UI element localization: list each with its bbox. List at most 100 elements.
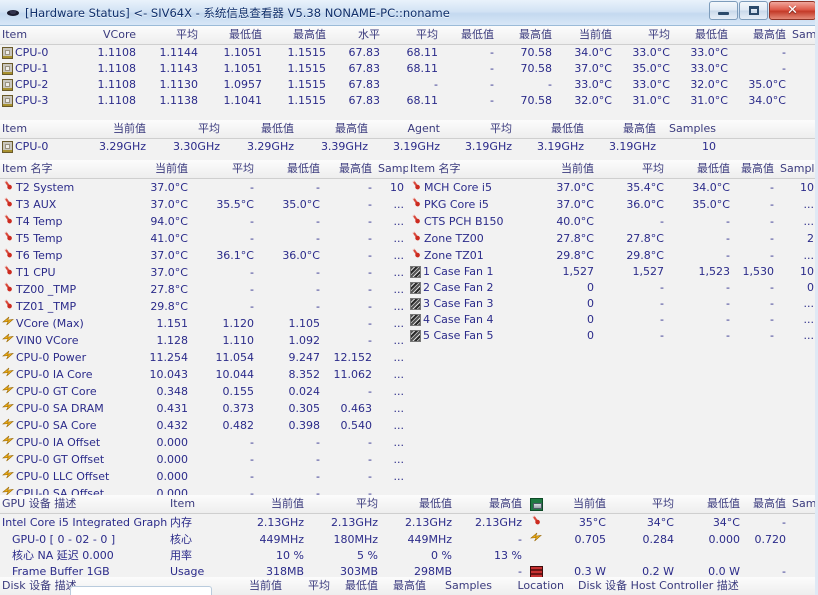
col-avg[interactable]: 平均 [598, 160, 668, 179]
col-samples[interactable]: Samples [430, 577, 496, 595]
col-samples[interactable]: Samples [660, 120, 720, 139]
col-vcore-avg[interactable]: 平均 [140, 26, 202, 45]
table-row[interactable]: 4 Case Fan 4 0 - - -... [408, 312, 818, 328]
table-row[interactable]: CPU-3 1.1108 1.1138 1.1041 1.1515 67.83 … [0, 93, 818, 109]
table-row[interactable]: CPU-0 SA Offset 0.000 - - -... [0, 485, 408, 495]
col-max[interactable]: 最高值 [298, 120, 372, 139]
table-row[interactable]: TZ00 _TMP 27.8°C - - -... [0, 281, 408, 298]
table-row[interactable]: CPU-1 1.1108 1.1143 1.1051 1.1515 67.83 … [0, 61, 818, 77]
table-row[interactable]: Zone TZ00 27.8°C 27.8°C - - 2 [408, 230, 818, 247]
taskbar-window-stub[interactable] [70, 586, 212, 595]
col-level-min[interactable]: 最低值 [442, 26, 498, 45]
table-row[interactable]: 2 Case Fan 2 0 - - - 0 [408, 280, 818, 296]
col-avg[interactable]: 平均 [286, 577, 334, 595]
col-min[interactable]: 最低值 [382, 495, 456, 514]
col-avg[interactable]: 平均 [150, 120, 224, 139]
table-row[interactable]: T6 Temp 37.0°C 36.1°C 36.0°C -... [0, 247, 408, 264]
col-temp-avg[interactable]: 平均 [616, 26, 674, 45]
col-agent[interactable]: Agent [372, 120, 444, 139]
col-max[interactable]: 最高值 [456, 495, 526, 514]
col-avg[interactable]: 平均 [192, 160, 258, 179]
table-row[interactable]: T4 Temp 94.0°C - - -... [0, 213, 408, 230]
table-row[interactable]: Intel Core i5 Integrated Graphics 内存 2.13G… [0, 514, 818, 532]
table-row[interactable]: 5 Case Fan 5 0 - - -... [408, 328, 818, 344]
table-row[interactable]: CTS PCH B150 40.0°C - - -... [408, 213, 818, 230]
table-row[interactable]: 1 Case Fan 1 1,527 1,527 1,523 1,530 10 [408, 264, 818, 280]
table-row[interactable]: VIN0 VCore 1.128 1.110 1.092 -... [0, 332, 408, 349]
table-row[interactable]: CPU-0 3.29GHz 3.30GHz 3.29GHz 3.39GHz 3.… [0, 139, 818, 156]
col-location[interactable]: Location [496, 577, 568, 595]
table-row[interactable]: T1 CPU 37.0°C - - -... [0, 264, 408, 281]
table-row[interactable]: CPU-0 1.1108 1.1144 1.1051 1.1515 67.83 … [0, 45, 818, 62]
col-r-avg[interactable]: 平均 [610, 495, 678, 514]
col-item[interactable]: Item [0, 120, 78, 139]
table-row[interactable]: CPU-0 IA Core 10.043 10.044 8.352 11.062... [0, 366, 408, 383]
col-level-avg[interactable]: 平均 [384, 26, 442, 45]
col-item[interactable]: Item [0, 26, 78, 45]
col-level-max[interactable]: 最高值 [498, 26, 556, 45]
col-agent-avg[interactable]: 平均 [444, 120, 516, 139]
col-gpu-desc[interactable]: GPU 设备 描述 [0, 495, 168, 514]
table-row[interactable]: Zone TZ01 29.8°C 29.8°C - -... [408, 247, 818, 264]
col-r-cur[interactable]: 当前值 [548, 495, 610, 514]
cell-cur: 40.0°C [556, 214, 594, 228]
maximize-button[interactable] [739, 1, 768, 20]
close-button[interactable]: ✕ [769, 1, 816, 20]
table-row[interactable]: CPU-0 GT Offset 0.000 - - -... [0, 451, 408, 468]
table-row[interactable]: CPU-2 1.1108 1.1130 1.0957 1.1515 67.83 … [0, 77, 818, 93]
col-min[interactable]: 最低值 [224, 120, 298, 139]
col-level[interactable]: 水平 [330, 26, 384, 45]
col-min[interactable]: 最低值 [668, 160, 734, 179]
col-min[interactable]: 最低值 [258, 160, 324, 179]
col-vcore-max[interactable]: 最高值 [266, 26, 330, 45]
col-item[interactable]: Item [168, 495, 236, 514]
table-row[interactable]: GPU-0 [ 0 - 02 - 0 ] 核心 449MHz 180MHz 449MHz… [0, 531, 818, 548]
col-r-max[interactable]: 最高值 [744, 495, 790, 514]
col-samples[interactable]: Samples [376, 160, 408, 179]
col-max[interactable]: 最高值 [324, 160, 376, 179]
col-cur[interactable]: 当前值 [220, 577, 286, 595]
table-row[interactable]: CPU-0 GT Core 0.348 0.155 0.024 -... [0, 383, 408, 400]
col-agent-min[interactable]: 最低值 [516, 120, 588, 139]
cell-min: - [316, 486, 320, 496]
col-vcore-min[interactable]: 最低值 [202, 26, 266, 45]
cell-level: 67.83 [348, 62, 381, 75]
col-cur[interactable]: 当前值 [526, 160, 598, 179]
table-row[interactable]: CPU-0 Power 11.254 11.054 9.247 12.152... [0, 349, 408, 366]
col-item-name[interactable]: Item 名字 [408, 160, 526, 179]
table-row[interactable]: CPU-0 LLC Offset 0.000 - - -... [0, 468, 408, 485]
table-row[interactable]: Frame Buffer 1GB Usage 318MB 303MB 298MB - 0.3… [0, 564, 818, 577]
col-max[interactable]: 最高值 [382, 577, 430, 595]
table-row[interactable]: T5 Temp 41.0°C - - -... [0, 230, 408, 247]
table-row[interactable]: 核心 NA 延迟 0.000 用率 10 % 5 % 0 % 13 % [0, 548, 818, 564]
col-samples[interactable]: Samples [790, 26, 818, 45]
col-temp-min[interactable]: 最低值 [674, 26, 732, 45]
col-min[interactable]: 最低值 [334, 577, 382, 595]
table-row[interactable]: MCH Core i5 37.0°C 35.4°C 34.0°C - 10 [408, 179, 818, 197]
table-row[interactable]: TZ01 _TMP 29.8°C - - -... [0, 298, 408, 315]
col-agent-max[interactable]: 最高值 [588, 120, 660, 139]
col-cur[interactable]: 当前值 [78, 120, 150, 139]
col-item-name[interactable]: Item 名字 [0, 160, 120, 179]
table-row[interactable]: CPU-0 SA DRAM 0.431 0.373 0.305 0.463... [0, 400, 408, 417]
col-vcore[interactable]: VCore [78, 26, 140, 45]
col-temp-max[interactable]: 最高值 [732, 26, 790, 45]
table-row[interactable]: CPU-0 SA Core 0.432 0.482 0.398 0.540... [0, 417, 408, 434]
disk-host-controller-label[interactable]: Disk 设备 Host Controller 描述 [568, 577, 818, 595]
col-temp-cur[interactable]: 当前值 [556, 26, 616, 45]
col-cur[interactable]: 当前值 [236, 495, 308, 514]
col-samples[interactable]: Samples [790, 495, 818, 514]
sensor-table-right: Item 名字 当前值 平均 最低值 最高值 Samples MCH Core … [408, 160, 818, 495]
col-r-min[interactable]: 最低值 [678, 495, 744, 514]
col-cur[interactable]: 当前值 [120, 160, 192, 179]
minimize-button[interactable] [709, 1, 738, 20]
table-row[interactable]: T2 System 37.0°C - - - 10 [0, 179, 408, 197]
table-row[interactable]: T3 AUX 37.0°C 35.5°C 35.0°C -... [0, 196, 408, 213]
table-row[interactable]: 3 Case Fan 3 0 - - -... [408, 296, 818, 312]
table-row[interactable]: VCore (Max) 1.151 1.120 1.105 -... [0, 315, 408, 332]
col-samples[interactable]: Samples [778, 160, 818, 179]
col-max[interactable]: 最高值 [734, 160, 778, 179]
table-row[interactable]: PKG Core i5 37.0°C 36.0°C 35.0°C -... [408, 196, 818, 213]
col-avg[interactable]: 平均 [308, 495, 382, 514]
table-row[interactable]: CPU-0 IA Offset 0.000 - - -... [0, 434, 408, 451]
